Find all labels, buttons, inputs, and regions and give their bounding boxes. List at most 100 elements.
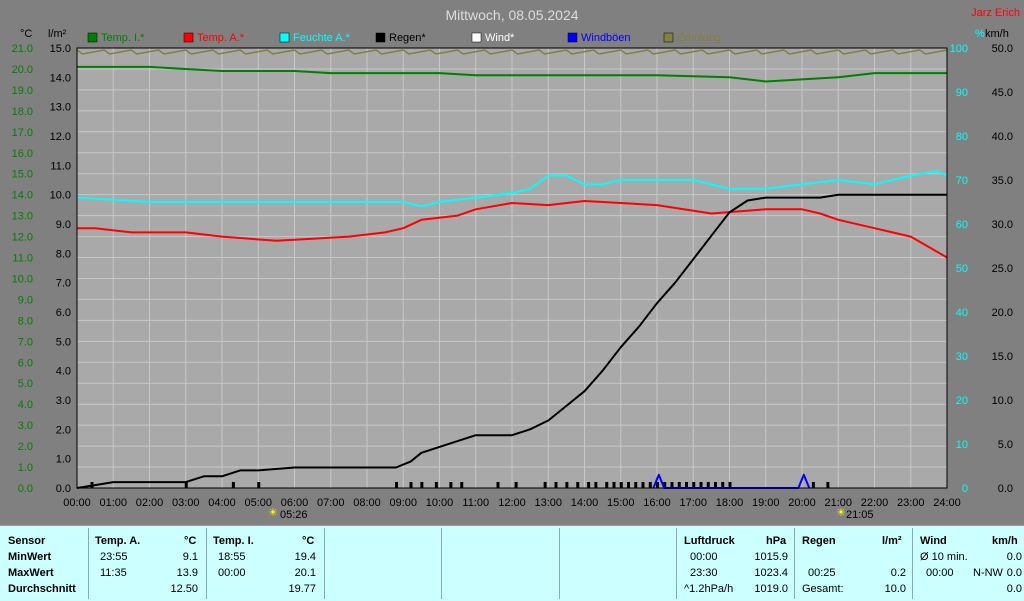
- temp-tick-label: 0.0: [18, 483, 33, 495]
- wind-avg-value: 0.0: [1006, 583, 1022, 595]
- x-tick-label: 19:00: [752, 497, 780, 509]
- wind-header: Wind: [920, 535, 947, 547]
- temp-tick-label: 15.0: [12, 169, 33, 181]
- rain-bar: [576, 482, 580, 488]
- rain-bar: [514, 482, 518, 488]
- rain-bar: [811, 482, 815, 488]
- humidity-tick-label: 90: [956, 87, 968, 99]
- rain-tick-label: 1.0: [56, 454, 71, 466]
- temp-a-min-time: 23:55: [100, 551, 128, 563]
- temp-tick-label: 5.0: [18, 378, 33, 390]
- temp-i-max-time: 00:00: [218, 567, 246, 579]
- avg-label: Durchschnitt: [8, 583, 76, 595]
- temp-i-min-value: 19.4: [294, 551, 316, 563]
- x-tick-label: 17:00: [679, 497, 707, 509]
- rain-tick-label: 5.0: [56, 336, 71, 348]
- humidity-tick-label: 0: [962, 483, 968, 495]
- rain-tick-label: 7.0: [56, 278, 71, 290]
- pressure-min-value: 1015.9: [754, 551, 788, 563]
- statistics-table: Sensor MinWert MaxWert Durchschnitt Temp…: [0, 525, 1024, 601]
- wind-max-value: 0.0: [1006, 567, 1022, 579]
- wind-tick-label: 50.0: [992, 43, 1013, 55]
- wind-tick-label: 15.0: [992, 351, 1013, 363]
- rain-tick-label: 0.0: [56, 483, 71, 495]
- x-tick-label: 03:00: [172, 497, 200, 509]
- rain-tick-label: 6.0: [56, 307, 71, 319]
- temp-a-min-value: 9.1: [182, 551, 198, 563]
- legend-swatch: [279, 32, 290, 43]
- temp-i-header: Temp. I.: [213, 535, 254, 547]
- wind-avg10-label: Ø 10 min.: [920, 551, 968, 563]
- pressure-unit: hPa: [766, 535, 787, 547]
- x-tick-label: 24:00: [933, 497, 961, 509]
- rain-bar: [605, 482, 609, 488]
- rain-bar: [395, 482, 398, 488]
- temp-a-unit: °C: [184, 535, 197, 547]
- rain-total-value: 10.0: [884, 583, 906, 595]
- temp-tick-label: 14.0: [12, 190, 33, 202]
- pressure-avg-value: 1019.0: [754, 583, 788, 595]
- x-tick-label: 09:00: [389, 497, 417, 509]
- rain-bar: [627, 482, 630, 488]
- rain-unit-label: l/m²: [48, 28, 67, 40]
- x-tick-label: 07:00: [317, 497, 345, 509]
- wind-tick-label: 30.0: [992, 219, 1013, 231]
- rain-bar: [449, 482, 453, 488]
- rain-bar: [619, 482, 623, 488]
- rain-bar: [634, 482, 638, 488]
- temp-tick-label: 7.0: [18, 336, 33, 348]
- x-tick-label: 01:00: [99, 497, 127, 509]
- temp-tick-label: 12.0: [12, 232, 33, 244]
- temp-tick-label: 2.0: [18, 441, 33, 453]
- rain-bar: [420, 482, 424, 488]
- temp-tick-label: 11.0: [12, 253, 33, 265]
- wind-tick-label: 10.0: [992, 395, 1013, 407]
- legend-label: Feuchte A.*: [293, 32, 351, 44]
- legend-swatch: [183, 32, 194, 43]
- wind-tick-label: 20.0: [992, 307, 1013, 319]
- legend-label: Erholung: [677, 32, 721, 44]
- rain-bar: [594, 482, 598, 488]
- temp-tick-label: 18.0: [12, 106, 33, 118]
- wind-tick-label: 40.0: [992, 131, 1013, 143]
- temp-tick-label: 10.0: [12, 273, 33, 285]
- legend-label: Temp. A.*: [197, 32, 245, 44]
- sunset-icon: ☀: [836, 507, 846, 519]
- humidity-tick-label: 60: [956, 219, 968, 231]
- humidity-tick-label: 30: [956, 351, 968, 363]
- rain-total-label: Gesamt:: [802, 583, 844, 595]
- rain-tick-label: 9.0: [56, 219, 71, 231]
- legend-label: Regen*: [389, 32, 426, 44]
- rain-bar: [409, 482, 413, 488]
- x-tick-label: 04:00: [208, 497, 236, 509]
- sunset-time: 21:05: [846, 509, 874, 521]
- humidity-tick-label: 100: [950, 43, 968, 55]
- temp-i-min-time: 18:55: [218, 551, 246, 563]
- min-label: MinWert: [8, 551, 52, 563]
- sunrise-time: 05:26: [280, 509, 308, 521]
- sunrise-icon: ☀: [268, 507, 278, 519]
- rain-tick-label: 2.0: [56, 424, 71, 436]
- rain-bar: [554, 482, 558, 488]
- pressure-trend-label: ^1.2hPa/h: [684, 583, 734, 595]
- x-tick-label: 06:00: [281, 497, 309, 509]
- legend-label: Wind*: [485, 32, 515, 44]
- temp-a-max-value: 13.9: [176, 567, 198, 579]
- humidity-unit-label: %: [975, 28, 985, 40]
- rain-bar: [231, 482, 235, 488]
- temp-tick-label: 4.0: [18, 399, 33, 411]
- temp-tick-label: 6.0: [18, 357, 33, 369]
- temp-tick-label: 20.0: [12, 64, 33, 76]
- x-tick-label: 12:00: [498, 497, 526, 509]
- rain-bar: [612, 482, 616, 488]
- rain-bar: [257, 482, 261, 488]
- pressure-header: Luftdruck: [684, 535, 735, 547]
- rain-tick-label: 12.0: [50, 131, 71, 143]
- x-tick-label: 02:00: [136, 497, 164, 509]
- humidity-tick-label: 80: [956, 131, 968, 143]
- sunrise-marker: ☀ 05:26: [268, 507, 308, 521]
- rain-tick-label: 13.0: [50, 102, 71, 114]
- x-tick-label: 00:00: [63, 497, 91, 509]
- humidity-tick-label: 20: [956, 395, 968, 407]
- humidity-tick-label: 50: [956, 263, 968, 275]
